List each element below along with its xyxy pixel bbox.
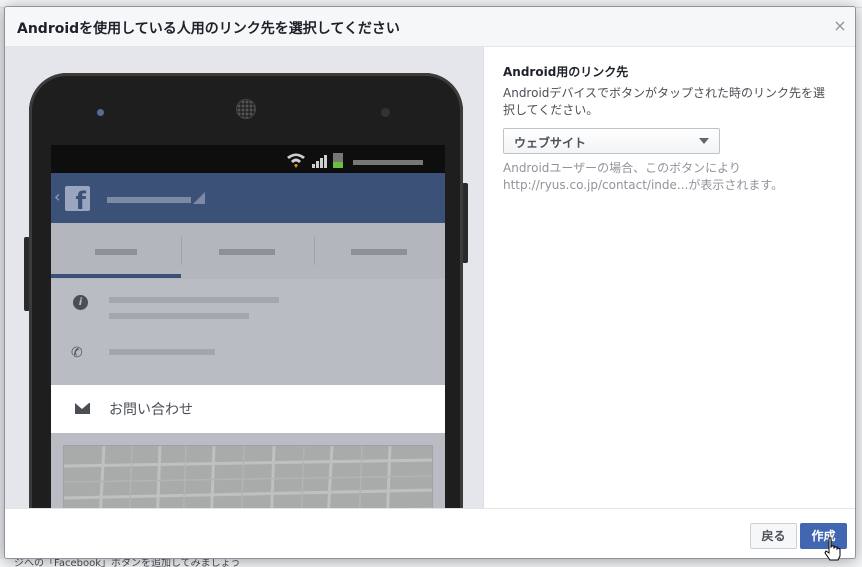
tab-divider xyxy=(314,237,315,265)
android-phone-mockup: ‹ f i ✆ お問い合わせ xyxy=(29,73,463,508)
facebook-app-header: ‹ f xyxy=(51,173,445,223)
contact-button-label: お問い合わせ xyxy=(109,402,193,418)
background-bottom-text: ジへの「Facebook」ボタンを追加してみましょう xyxy=(14,558,241,567)
page-info-section: i ✆ xyxy=(51,279,445,393)
status-icons xyxy=(287,153,423,168)
android-link-label: Android用のリンク先 xyxy=(503,65,629,79)
contact-button-preview: お問い合わせ xyxy=(51,385,445,433)
tab-placeholder xyxy=(95,249,137,255)
info-text-placeholder xyxy=(109,297,279,303)
tab-active-indicator xyxy=(51,274,181,278)
create-button[interactable]: 作成 xyxy=(800,523,847,549)
wifi-icon xyxy=(287,153,305,168)
dialog-header: Androidを使用している人用のリンク先を選択してください × xyxy=(5,7,855,47)
battery-icon xyxy=(333,153,343,168)
tab-placeholder xyxy=(219,249,275,255)
dropdown-arrow-icon xyxy=(699,138,709,144)
phone-screen: ‹ f i ✆ お問い合わせ xyxy=(51,145,445,508)
link-destination-select[interactable]: ウェブサイト xyxy=(503,128,720,154)
dialog-footer: 戻る 作成 xyxy=(5,508,855,558)
map-placeholder xyxy=(63,445,433,508)
android-preview-panel: ‹ f i ✆ お問い合わせ xyxy=(5,47,484,508)
page-name-triangle xyxy=(193,192,205,204)
tab-placeholder xyxy=(351,249,407,255)
link-settings-panel: Android用のリンク先 Androidデバイスでボタンがタップされた時のリン… xyxy=(503,63,833,194)
phone-camera xyxy=(381,108,390,117)
status-time-placeholder xyxy=(353,160,423,165)
dialog-title: Androidを使用している人用のリンク先を選択してください xyxy=(17,21,400,37)
phone-statusbar xyxy=(51,145,445,173)
map-section xyxy=(51,433,445,508)
close-icon[interactable]: × xyxy=(833,18,847,34)
background-right-strip xyxy=(856,8,862,559)
facebook-logo-icon: f xyxy=(65,186,90,215)
back-chevron-icon: ‹ xyxy=(54,187,61,206)
link-destination-dialog: Androidを使用している人用のリンク先を選択してください × ‹ f i ✆… xyxy=(4,6,856,559)
phone-sensor xyxy=(97,109,104,116)
phone-icon: ✆ xyxy=(71,345,83,361)
signal-icon xyxy=(312,155,327,168)
page-name-placeholder xyxy=(107,197,191,203)
mail-icon xyxy=(75,403,90,414)
map-streets xyxy=(64,446,432,508)
tab-divider xyxy=(181,237,182,265)
dialog-body: ‹ f i ✆ お問い合わせ Android用のリンク先 Androidデバイス… xyxy=(5,47,855,508)
android-link-description: Androidデバイスでボタンがタップされた時のリンク先を選択してください。 xyxy=(503,86,826,117)
back-button[interactable]: 戻る xyxy=(750,523,797,549)
select-value: ウェブサイト xyxy=(514,136,587,150)
info-icon: i xyxy=(73,295,88,310)
android-link-note: Androidユーザーの場合、このボタンにより http://ryus.co.j… xyxy=(503,161,784,192)
phone-text-placeholder xyxy=(109,349,215,355)
phone-speaker xyxy=(236,99,256,119)
page-tabs xyxy=(51,223,445,279)
info-text-placeholder xyxy=(109,313,249,319)
